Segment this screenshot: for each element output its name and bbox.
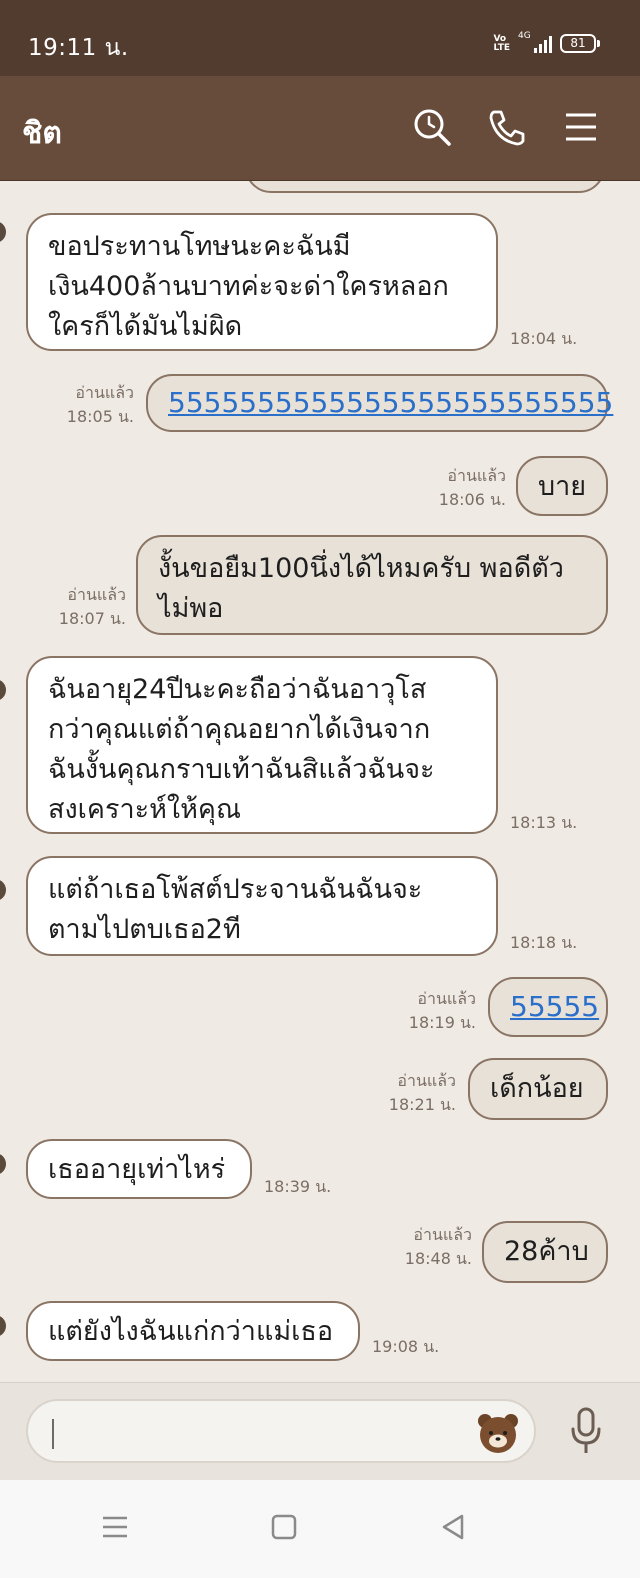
phone-icon[interactable]	[484, 104, 530, 150]
message-input[interactable]	[26, 1399, 536, 1463]
sender-avatar[interactable]	[0, 679, 6, 701]
hamburger-menu-icon[interactable]	[558, 104, 604, 150]
message-read-status: อ่านแล้ว 18:06 น.	[438, 466, 506, 509]
sender-avatar[interactable]	[0, 1153, 6, 1175]
microphone-icon[interactable]	[566, 1405, 606, 1457]
previous-message-edge	[245, 181, 605, 193]
text-caret	[52, 1419, 54, 1449]
message-time: 18:18 น.	[510, 933, 578, 952]
message-bubble-outgoing[interactable]: งั้นขอยืม100นึ่งได้ไหมครับ พอดีตัว ไม่พอ	[136, 535, 608, 635]
sender-avatar[interactable]	[0, 221, 6, 243]
message-time: 18:39 น.	[264, 1177, 332, 1196]
message-bubble-outgoing[interactable]: 28ค้าบ	[482, 1221, 608, 1283]
message-time: 18:13 น.	[510, 813, 578, 832]
status-bar: 19:11 น. Vo LTE 4G 81	[0, 0, 640, 76]
message-read-status: อ่านแล้ว 18:48 น.	[404, 1225, 472, 1268]
sender-avatar[interactable]	[0, 879, 6, 901]
message-time: 18:04 น.	[510, 329, 578, 348]
volte-indicator: Vo LTE	[493, 33, 510, 53]
message-bubble-incoming[interactable]: ขอประทานโทษนะคะฉันมี เงิน400ล้านบาทค่ะจะ…	[26, 213, 498, 351]
message-bubble-outgoing-link[interactable]: 55555	[488, 977, 608, 1037]
battery-icon: 81	[560, 34, 600, 53]
message-composer	[0, 1382, 640, 1480]
status-indicators: Vo LTE 4G 81	[493, 31, 600, 53]
message-read-status: อ่านแล้ว 18:21 น.	[388, 1071, 456, 1114]
message-bubble-outgoing[interactable]: บาย	[516, 456, 608, 516]
status-time: 19:11 น.	[28, 35, 129, 61]
message-bubble-incoming[interactable]: แต่ยังไงฉันแก่กว่าแม่เธอ	[26, 1301, 360, 1361]
chat-title: ชิต	[22, 116, 62, 151]
bear-sticker-icon[interactable]	[476, 1411, 520, 1455]
signal-icon: 4G	[518, 31, 552, 53]
home-icon[interactable]	[269, 1512, 299, 1542]
system-navigation-bar	[0, 1480, 640, 1578]
message-bubble-incoming[interactable]: เธออายุเท่าไหร่	[26, 1139, 252, 1199]
message-bubble-incoming[interactable]: ฉันอายุ24ปีนะคะถือว่าฉันอาวุโส กว่าคุณแต…	[26, 656, 498, 834]
search-icon[interactable]	[409, 104, 455, 150]
sender-avatar[interactable]	[0, 1315, 6, 1337]
recent-apps-icon[interactable]	[100, 1512, 130, 1542]
message-read-status: อ่านแล้ว 18:05 น.	[66, 383, 134, 426]
back-icon[interactable]	[438, 1512, 468, 1542]
message-time: 19:08 น.	[372, 1337, 440, 1356]
message-read-status: อ่านแล้ว 18:07 น.	[58, 585, 126, 628]
message-bubble-incoming[interactable]: แต่ถ้าเธอโพ้สต์ประจานฉันฉันจะ ตามไปตบเธอ…	[26, 856, 498, 956]
chat-messages[interactable]: ขอประทานโทษนะคะฉันมี เงิน400ล้านบาทค่ะจะ…	[0, 181, 640, 1382]
message-bubble-outgoing-link[interactable]: 5555555555555555555555555	[146, 374, 613, 432]
chat-header: ชิต	[0, 76, 640, 181]
message-read-status: อ่านแล้ว 18:19 น.	[408, 989, 476, 1032]
message-bubble-outgoing[interactable]: เด็กน้อย	[468, 1058, 608, 1120]
